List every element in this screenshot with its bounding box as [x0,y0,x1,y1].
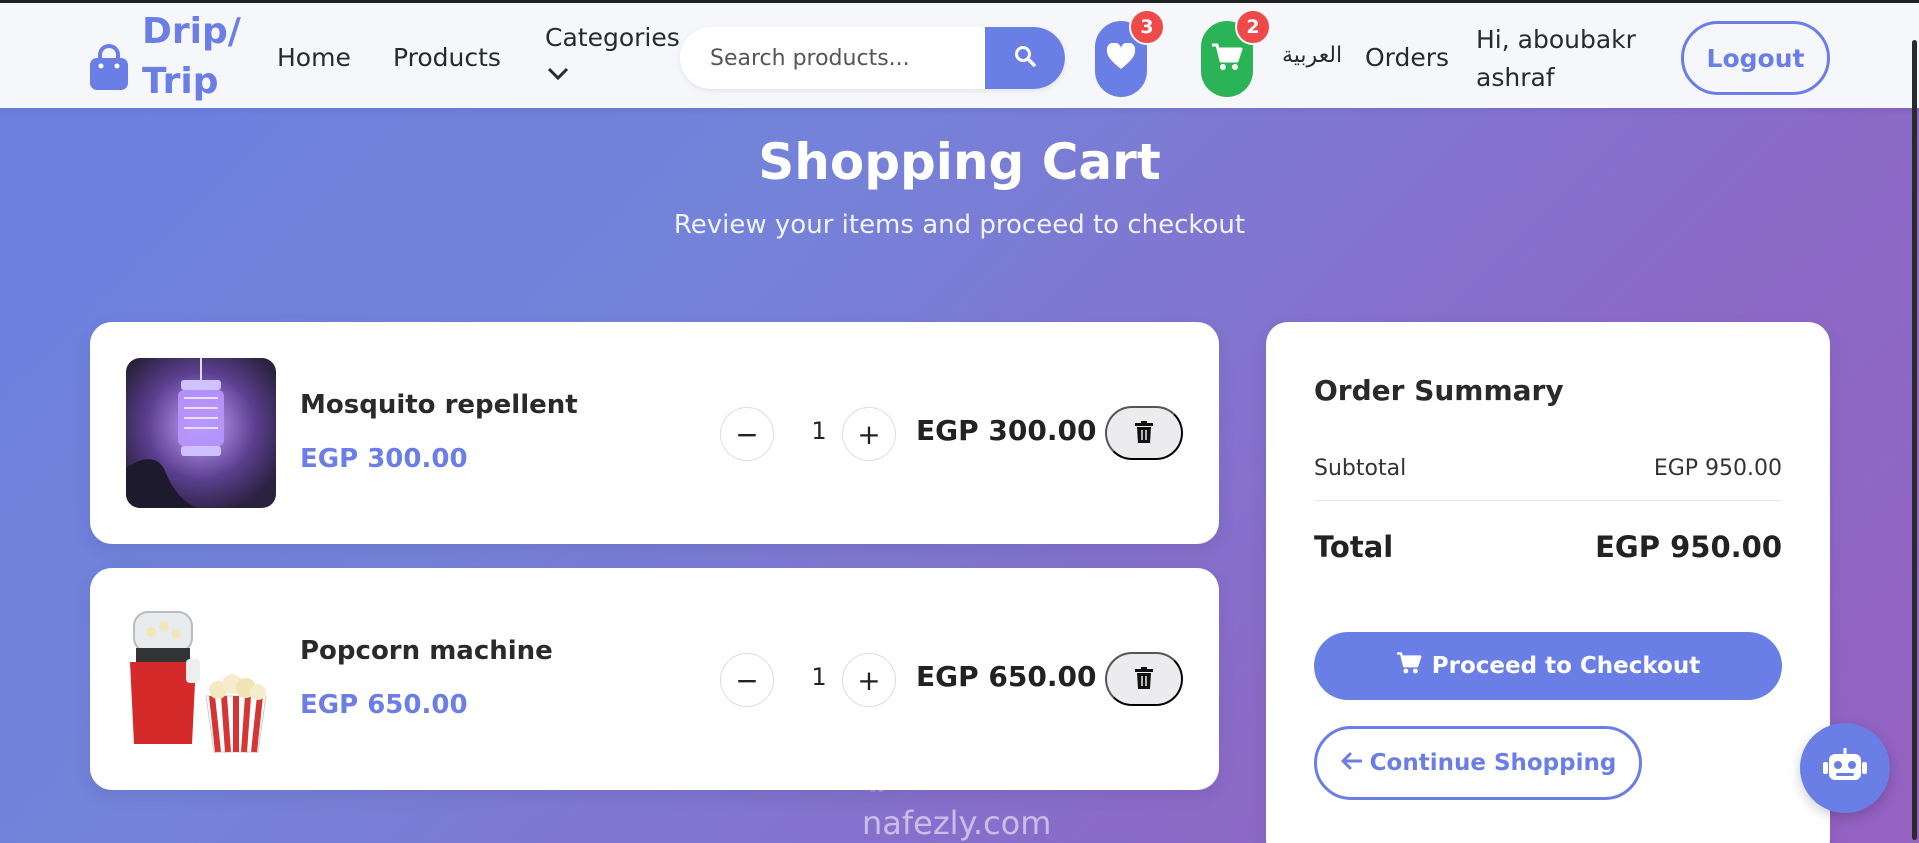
summary-divider [1314,500,1782,501]
page-scrollbar[interactable] [1912,40,1917,840]
trash-icon [1135,666,1153,692]
continue-shopping-button[interactable]: Continue Shopping [1314,726,1642,800]
increase-quantity-button[interactable]: + [842,653,896,707]
nav-categories-dropdown[interactable]: Categories [545,23,680,87]
search-bar [680,27,1065,89]
arrow-left-icon [1340,750,1363,776]
continue-label: Continue Shopping [1369,750,1617,776]
minus-icon: − [735,663,759,697]
cart-button[interactable]: 2 [1201,9,1271,97]
product-unit-price: EGP 650.00 [300,690,468,720]
watermark-arabic: نفذلي [850,718,1046,792]
page-title: Shopping Cart [758,133,1161,191]
line-total: EGP 650.00 [916,660,1097,693]
watermark-latin: nafezly.com [862,804,1052,842]
decrease-quantity-button[interactable]: − [720,407,774,461]
page-subtitle: Review your items and proceed to checkou… [673,210,1246,240]
quantity-value: 1 [811,417,827,445]
subtotal-row: Subtotal EGP 950.00 [1314,456,1782,481]
search-input[interactable] [680,27,985,89]
proceed-to-checkout-button[interactable]: Proceed to Checkout [1314,632,1782,700]
search-icon [1014,45,1036,71]
product-name[interactable]: Mosquito repellent [300,390,578,420]
language-switch-link[interactable]: العربية [1282,43,1342,68]
brand-name: Drip/ Trip [142,7,241,107]
top-navbar: Drip/ Trip Home Products Categories 3 2 … [0,0,1919,108]
brand-logo[interactable]: Drip/ Trip [88,7,241,107]
robot-icon [1823,748,1867,788]
total-value: EGP 950.00 [1595,530,1782,564]
order-summary-title: Order Summary [1314,374,1564,407]
subtotal-value: EGP 950.00 [1653,456,1782,481]
remove-item-button[interactable] [1105,652,1183,706]
search-button[interactable] [985,27,1065,89]
plus-icon: + [857,663,881,697]
cart-item: Mosquito repellent EGP 300.00 − 1 + EGP … [90,322,1219,544]
chatbot-button[interactable] [1800,723,1890,813]
brand-line-2: Trip [142,61,219,102]
total-label: Total [1314,530,1394,564]
total-row: Total EGP 950.00 [1314,530,1782,564]
minus-icon: − [735,417,759,451]
product-unit-price: EGP 300.00 [300,444,468,474]
cart-item: Popcorn machine EGP 650.00 − 1 + EGP 650… [90,568,1219,790]
decrease-quantity-button[interactable]: − [720,653,774,707]
user-greeting: Hi, aboubakr ashraf [1476,25,1636,92]
product-image-popcorn-machine[interactable] [126,604,276,754]
remove-item-button[interactable] [1105,406,1183,460]
trash-icon [1135,420,1153,446]
wishlist-button[interactable]: 3 [1095,9,1165,97]
nav-home-link[interactable]: Home [277,43,351,72]
product-name[interactable]: Popcorn machine [300,636,553,666]
order-summary-panel: Order Summary Subtotal EGP 950.00 Total … [1266,322,1830,843]
quantity-value: 1 [811,663,827,691]
wishlist-count-badge: 3 [1129,9,1165,45]
plus-icon: + [857,417,881,451]
increase-quantity-button[interactable]: + [842,407,896,461]
chevron-down-icon [547,58,680,87]
categories-label: Categories [545,23,680,52]
cart-icon [1396,651,1422,681]
product-image-mosquito-repellent[interactable] [126,358,276,508]
logout-button[interactable]: Logout [1681,21,1830,95]
shopping-bag-icon [88,44,130,92]
nav-orders-link[interactable]: Orders [1365,43,1449,72]
checkout-label: Proceed to Checkout [1431,653,1701,679]
heart-icon [1106,42,1136,75]
subtotal-label: Subtotal [1314,456,1407,481]
nav-products-link[interactable]: Products [393,43,501,72]
brand-line-1: Drip/ [142,11,241,52]
shopping-cart-icon [1211,42,1243,76]
cart-count-badge: 2 [1235,9,1271,45]
line-total: EGP 300.00 [916,414,1097,447]
